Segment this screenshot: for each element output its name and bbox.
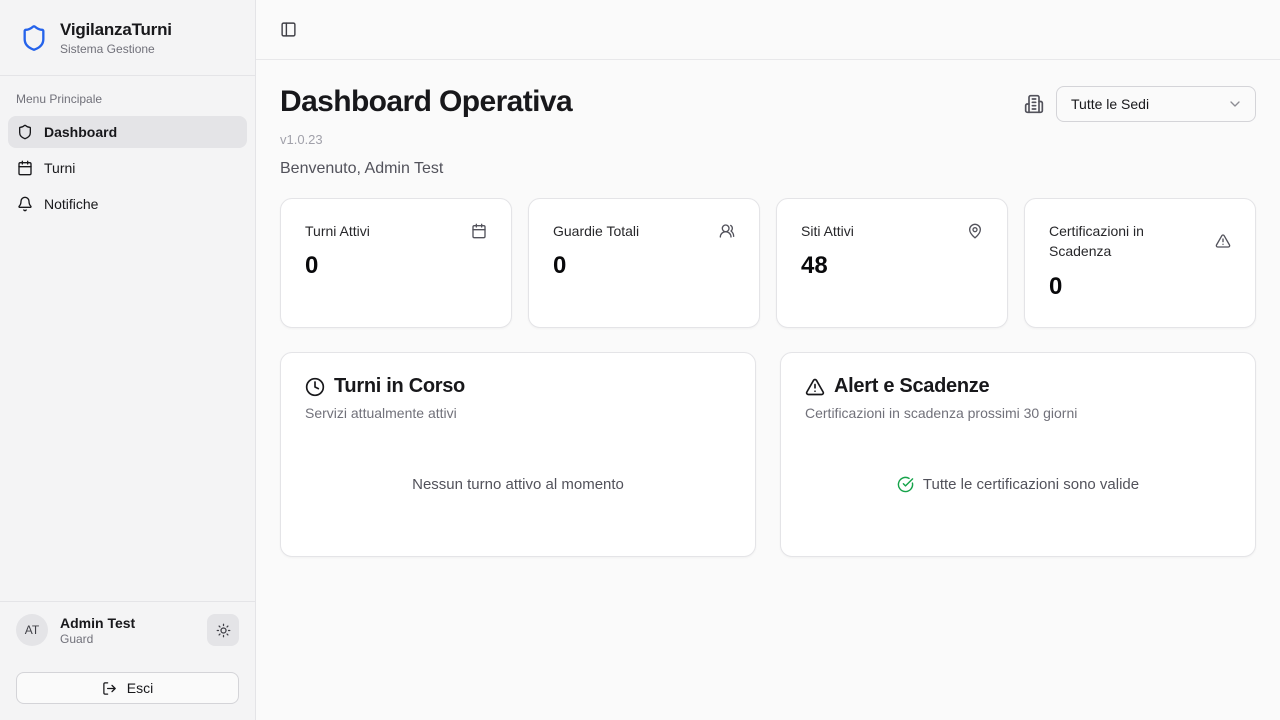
sidebar: VigilanzaTurni Sistema Gestione Menu Pri… bbox=[0, 0, 256, 720]
panels-grid: Turni in Corso Servizi attualmente attiv… bbox=[280, 352, 1256, 557]
logout-button[interactable]: Esci bbox=[16, 672, 239, 704]
sidebar-item-turni[interactable]: Turni bbox=[8, 152, 247, 184]
stat-card-guardie-totali: Guardie Totali 0 bbox=[528, 198, 760, 328]
site-filter-value: Tutte le Sedi bbox=[1071, 96, 1149, 112]
panel-title: Turni in Corso bbox=[334, 375, 465, 398]
stat-value: 0 bbox=[553, 252, 735, 280]
panel-turni-in-corso: Turni in Corso Servizi attualmente attiv… bbox=[280, 352, 756, 557]
stat-card-turni-attivi: Turni Attivi 0 bbox=[280, 198, 512, 328]
alert-triangle-icon bbox=[1215, 233, 1231, 249]
panel-title: Alert e Scadenze bbox=[834, 375, 989, 398]
menu-section-label: Menu Principale bbox=[8, 92, 247, 116]
circle-check-icon bbox=[897, 476, 914, 493]
main-area: Dashboard Operativa v1.0.23 Benvenuto, A… bbox=[256, 0, 1280, 720]
theme-toggle-button[interactable] bbox=[207, 614, 239, 646]
app-window: VigilanzaTurni Sistema Gestione Menu Pri… bbox=[0, 0, 1280, 720]
page-header-left: Dashboard Operativa v1.0.23 Benvenuto, A… bbox=[280, 84, 572, 178]
clock-icon bbox=[305, 377, 325, 397]
panel-subtitle: Certificazioni in scadenza prossimi 30 g… bbox=[805, 405, 1231, 421]
page-header-right: Tutte le Sedi bbox=[1024, 86, 1256, 122]
stat-value: 48 bbox=[801, 252, 983, 280]
status-text: Tutte le certificazioni sono valide bbox=[923, 476, 1139, 493]
panel-subtitle: Servizi attualmente attivi bbox=[305, 405, 731, 421]
sidebar-item-dashboard[interactable]: Dashboard bbox=[8, 116, 247, 148]
sidebar-menu: Menu Principale Dashboard Turni Notifich… bbox=[0, 76, 255, 601]
shield-icon bbox=[17, 124, 33, 140]
stat-card-siti-attivi: Siti Attivi 48 bbox=[776, 198, 1008, 328]
sidebar-item-label: Dashboard bbox=[44, 124, 117, 140]
sidebar-footer: AT Admin Test Guard Esci bbox=[0, 601, 255, 720]
user-name: Admin Test bbox=[60, 615, 195, 631]
app-title: VigilanzaTurni bbox=[60, 20, 172, 40]
alert-triangle-icon bbox=[805, 377, 825, 397]
app-tagline: Sistema Gestione bbox=[60, 42, 172, 56]
sidebar-item-label: Notifiche bbox=[44, 196, 98, 212]
calendar-icon bbox=[17, 160, 33, 176]
building-icon bbox=[1024, 94, 1044, 114]
dashboard-content: Dashboard Operativa v1.0.23 Benvenuto, A… bbox=[256, 60, 1280, 720]
logout-icon bbox=[102, 681, 117, 696]
panel-left-icon bbox=[280, 21, 297, 38]
sun-icon bbox=[216, 623, 231, 638]
stat-label: Certificazioni in Scadenza bbox=[1049, 221, 1169, 262]
sidebar-toggle-button[interactable] bbox=[274, 16, 302, 44]
stat-value: 0 bbox=[305, 252, 487, 280]
user-role: Guard bbox=[60, 632, 195, 646]
stat-card-certificazioni: Certificazioni in Scadenza 0 bbox=[1024, 198, 1256, 328]
users-icon bbox=[719, 223, 735, 239]
welcome-message: Benvenuto, Admin Test bbox=[280, 160, 572, 178]
user-row: AT Admin Test Guard bbox=[16, 614, 239, 646]
empty-state-message: Nessun turno attivo al momento bbox=[412, 476, 624, 493]
stat-label: Siti Attivi bbox=[801, 221, 854, 241]
user-meta: Admin Test Guard bbox=[60, 615, 195, 646]
stats-grid: Turni Attivi 0 Guardie Totali 0 bbox=[280, 198, 1256, 328]
calendar-icon bbox=[471, 223, 487, 239]
chevron-down-icon bbox=[1227, 96, 1243, 112]
app-title-block: VigilanzaTurni Sistema Gestione bbox=[60, 20, 172, 56]
sidebar-item-notifiche[interactable]: Notifiche bbox=[8, 188, 247, 220]
panel-alert-scadenze: Alert e Scadenze Certificazioni in scade… bbox=[780, 352, 1256, 557]
bell-icon bbox=[17, 196, 33, 212]
avatar: AT bbox=[16, 614, 48, 646]
stat-value: 0 bbox=[1049, 273, 1231, 301]
sidebar-header: VigilanzaTurni Sistema Gestione bbox=[0, 0, 255, 76]
topbar bbox=[256, 0, 1280, 60]
page-header: Dashboard Operativa v1.0.23 Benvenuto, A… bbox=[280, 84, 1256, 178]
stat-label: Turni Attivi bbox=[305, 221, 370, 241]
page-title: Dashboard Operativa bbox=[280, 84, 572, 120]
sidebar-item-label: Turni bbox=[44, 160, 75, 176]
logout-label: Esci bbox=[127, 680, 153, 696]
certifications-valid-message: Tutte le certificazioni sono valide bbox=[897, 476, 1139, 493]
stat-label: Guardie Totali bbox=[553, 221, 639, 241]
shield-logo-icon bbox=[20, 24, 48, 52]
site-filter-select[interactable]: Tutte le Sedi bbox=[1056, 86, 1256, 122]
map-pin-icon bbox=[967, 223, 983, 239]
version-label: v1.0.23 bbox=[280, 132, 572, 147]
